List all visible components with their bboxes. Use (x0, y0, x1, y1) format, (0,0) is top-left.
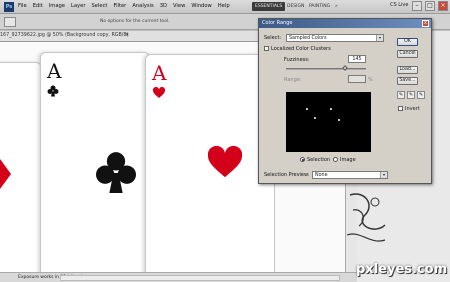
fuzziness-input[interactable]: 145 (348, 55, 366, 63)
invert-checkbox[interactable] (398, 106, 403, 111)
status-bar: Exposure works in 32-bit only (0, 272, 357, 282)
cancel-button[interactable]: Cancel (397, 50, 418, 58)
menu-window[interactable]: Window (191, 3, 211, 9)
close-document-icon[interactable]: × (125, 32, 129, 38)
card-rank: A (47, 59, 62, 83)
menu-image[interactable]: Image (49, 3, 65, 9)
preview-highlight (330, 108, 332, 110)
menu-view[interactable]: View (173, 3, 185, 9)
menu-file[interactable]: File (18, 3, 27, 9)
workspace-design[interactable]: DESIGN (284, 2, 307, 11)
cs-live-button[interactable]: CS Live (390, 2, 408, 8)
card-ace-of-clubs: A (40, 52, 150, 272)
menu-analysis[interactable]: Analysis (132, 3, 153, 9)
photoshop-logo: Ps (4, 2, 14, 12)
selection-radio[interactable] (300, 157, 305, 162)
selection-preview-thumbnail[interactable] (286, 92, 371, 152)
localized-color-clusters-label: Localized Color Clusters (271, 46, 331, 52)
image-radio-label: Image (340, 157, 356, 163)
diamond-icon (0, 159, 11, 189)
preview-highlight (314, 117, 316, 119)
ok-button[interactable]: OK (397, 38, 418, 46)
fuzziness-slider[interactable] (286, 68, 366, 70)
chevron-down-icon: ▾ (380, 172, 387, 178)
application-bar: Ps File Edit Image Layer Select Filter A… (0, 0, 450, 14)
fuzziness-label: Fuzziness: (284, 57, 310, 63)
color-range-dialog: Color Range x Select: Sampled Colors ▾ L… (258, 18, 432, 184)
selection-preview-value: None (315, 173, 328, 178)
menu-help[interactable]: Help (218, 3, 230, 9)
eyedropper-icon[interactable]: ✎ (397, 91, 405, 99)
dialog-close-icon[interactable]: x (422, 20, 429, 27)
selection-preview-label: Selection Preview: (264, 172, 310, 178)
menu-layer[interactable]: Layer (71, 3, 85, 9)
heart-large-icon (208, 145, 242, 178)
eyedropper-minus-icon[interactable]: ✎ (417, 91, 425, 99)
card-rank: A (152, 61, 167, 85)
card-diamond (0, 62, 42, 272)
document-tab-title[interactable]: 167_92739622.jpg @ 50% (Background copy,… (0, 33, 128, 38)
select-value: Sampled Colors (289, 36, 327, 41)
ornament-decoration (346, 193, 386, 242)
select-dropdown[interactable]: Sampled Colors ▾ (286, 34, 384, 42)
close-window-button[interactable]: × (438, 1, 448, 11)
menu-bar: File Edit Image Layer Select Filter Anal… (18, 3, 230, 9)
menu-filter[interactable]: Filter (113, 3, 126, 9)
preview-highlight (306, 108, 308, 110)
menu-3d[interactable]: 3D (160, 3, 167, 9)
preview-highlight (338, 119, 340, 121)
image-radio[interactable] (333, 157, 338, 162)
menu-select[interactable]: Select (91, 3, 107, 9)
menu-edit[interactable]: Edit (33, 3, 43, 9)
dialog-title: Color Range (259, 19, 431, 28)
load-button[interactable]: Load... (397, 66, 418, 74)
club-small-icon (47, 85, 59, 97)
tool-preset-picker[interactable] (4, 17, 16, 27)
localized-color-clusters-checkbox[interactable] (264, 46, 269, 51)
chevron-down-icon: ▾ (376, 35, 383, 41)
invert-label: Invert (405, 106, 420, 112)
range-label: Range: (284, 77, 302, 83)
selection-radio-label: Selection (307, 157, 331, 163)
range-input (348, 75, 366, 83)
workspace-more-button[interactable]: » (332, 2, 341, 11)
watermark-logo: pxleyes.com (356, 262, 448, 277)
horizontal-scrollbar[interactable] (60, 275, 340, 281)
club-large-icon (96, 152, 136, 193)
select-label: Select: (264, 35, 282, 41)
workspace-painting[interactable]: PAINTING (306, 2, 333, 11)
range-unit: % (368, 77, 373, 83)
options-message: No options for the current tool. (100, 19, 170, 24)
card-ace-of-hearts: A (145, 54, 275, 272)
selection-preview-dropdown[interactable]: None ▾ (312, 171, 388, 179)
heart-small-icon (153, 87, 165, 98)
eyedropper-plus-icon[interactable]: ✎ (407, 91, 415, 99)
maximize-button[interactable]: □ (425, 1, 435, 11)
save-button[interactable]: Save... (397, 77, 418, 85)
minimize-button[interactable]: – (412, 1, 422, 11)
workspace-essentials[interactable]: ESSENTIALS (252, 2, 286, 11)
